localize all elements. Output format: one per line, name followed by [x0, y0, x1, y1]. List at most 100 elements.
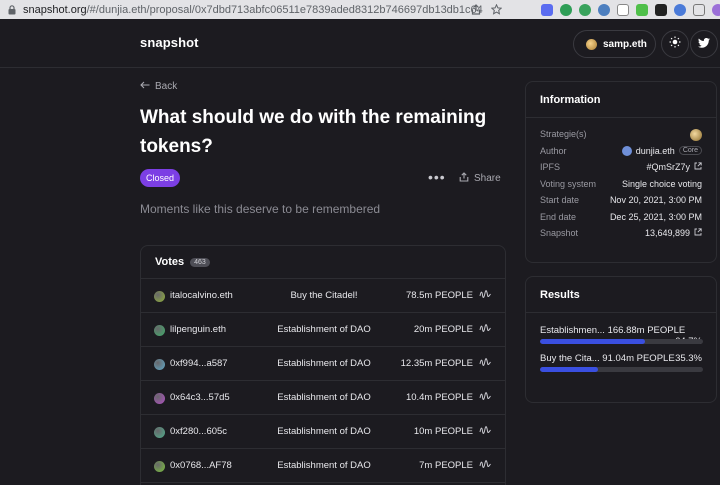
extension-icon[interactable]: [712, 3, 720, 16]
info-row-end-date: End date Dec 25, 2021, 3:00 PM: [526, 209, 716, 226]
star-icon[interactable]: [490, 4, 502, 16]
vote-amount: 20m PEOPLE: [413, 324, 473, 335]
strategy-icon[interactable]: [690, 129, 702, 141]
twitter-button[interactable]: [690, 30, 718, 58]
share-page-icon[interactable]: [470, 4, 482, 16]
votes-heading: Votes: [155, 256, 185, 268]
voter-name[interactable]: 0x64c3...57d5: [170, 392, 230, 403]
extension-icon[interactable]: [674, 3, 686, 16]
vote-choice: Establishment of DAO: [277, 358, 371, 369]
url-host: snapshot.org: [23, 3, 87, 16]
author-label: Author: [540, 145, 567, 156]
snapshot-link[interactable]: 13,649,899: [645, 228, 702, 238]
vote-row[interactable]: lilpenguin.eth Establishment of DAO 20m PE…: [141, 313, 505, 347]
snapshot-value: 13,649,899: [644, 228, 690, 238]
result-bar-fill: [540, 367, 598, 372]
back-label: Back: [155, 81, 178, 92]
extension-icon[interactable]: [655, 3, 667, 16]
results-heading: Results: [526, 277, 716, 313]
votes-count-badge: 463: [190, 257, 210, 267]
core-badge: Core: [678, 146, 702, 155]
vote-row[interactable]: 0xf994...a587 Establishment of DAO 12.35m …: [141, 347, 505, 381]
extensions-bar: [541, 2, 720, 17]
voter-avatar: [154, 359, 165, 370]
account-avatar: [586, 38, 597, 50]
author-avatar: [621, 145, 632, 156]
snapshot-label: Snapshot: [540, 228, 579, 238]
more-options-button[interactable]: •••: [428, 169, 446, 185]
top-navigation: snapshot samp.eth: [0, 19, 720, 68]
vote-row[interactable]: 0x64c3...57d5 Establishment of DAO 10.4m P…: [141, 381, 505, 415]
status-badge: Closed: [140, 169, 180, 187]
share-button[interactable]: Share: [459, 172, 501, 185]
signature-icon[interactable]: [479, 425, 491, 437]
browser-url-bar[interactable]: snapshot.org/#/dunjia.eth/proposal/0x7db…: [0, 0, 720, 19]
vote-amount: 10.4m PEOPLE: [405, 392, 473, 403]
votes-header: Votes 463: [141, 246, 505, 279]
back-link[interactable]: Back: [140, 81, 177, 92]
vote-amount: 10m PEOPLE: [413, 426, 473, 437]
extension-icon[interactable]: [541, 3, 553, 16]
signature-icon[interactable]: [479, 289, 491, 301]
info-row-start-date: Start date Nov 20, 2021, 3:00 PM: [526, 192, 716, 209]
voter-avatar: [154, 291, 165, 302]
extension-icon[interactable]: [693, 3, 705, 16]
proposal-body: Moments like this deserve to be remember…: [140, 202, 381, 216]
results-card: Results Establishmen... 166.88m PEOPLE 6…: [525, 276, 717, 403]
lock-icon: [7, 4, 17, 15]
vote-row[interactable]: 0xf280...605c Establishment of DAO 10m PEO…: [141, 415, 505, 449]
voter-name[interactable]: 0xf280...605c: [170, 426, 227, 437]
result-label: Buy the Cita... 91.04m PEOPLE: [540, 353, 675, 364]
author-name: dunjia.eth: [635, 145, 675, 156]
signature-icon[interactable]: [479, 323, 491, 335]
vote-row[interactable]: 0x0768...AF78 Establishment of DAO 7m PEOP…: [141, 449, 505, 483]
signature-icon[interactable]: [479, 357, 491, 369]
extension-icon[interactable]: [617, 3, 629, 16]
result-bar: [540, 339, 703, 344]
voter-name[interactable]: italocalvino.eth: [170, 290, 233, 301]
voter-name[interactable]: 0xf994...a587: [170, 358, 228, 369]
start-date-value: Nov 20, 2021, 3:00 PM: [609, 195, 702, 205]
share-label: Share: [474, 173, 501, 184]
voter-avatar: [154, 393, 165, 404]
url-text[interactable]: snapshot.org/#/dunjia.eth/proposal/0x7db…: [23, 4, 483, 16]
voter-avatar: [154, 427, 165, 438]
voter-name[interactable]: 0x0768...AF78: [170, 460, 232, 471]
result-item: Buy the Cita... 91.04m PEOPLE 35.3%: [526, 353, 716, 377]
votes-list: italocalvino.eth Buy the Citadel! 78.5m PE…: [141, 279, 505, 483]
theme-toggle-button[interactable]: [661, 30, 689, 58]
author-link[interactable]: dunjia.eth Core: [621, 145, 702, 156]
twitter-icon: [698, 35, 710, 53]
snapshot-page: snapshot samp.eth Back What should we do…: [0, 19, 720, 485]
signature-icon[interactable]: [479, 459, 491, 471]
external-link-icon: [694, 228, 702, 238]
vote-choice: Establishment of DAO: [277, 324, 371, 335]
vote-choice: Establishment of DAO: [277, 460, 371, 471]
account-button[interactable]: samp.eth: [573, 30, 656, 58]
vote-choice: Establishment of DAO: [277, 426, 371, 437]
extension-icon[interactable]: [560, 3, 572, 16]
information-heading: Information: [526, 82, 716, 118]
extension-icon[interactable]: [579, 3, 591, 16]
result-label: Establishmen... 166.88m PEOPLE: [540, 325, 686, 336]
ipfs-link[interactable]: #QmSrZ7y: [646, 162, 702, 172]
account-name: samp.eth: [603, 38, 647, 50]
voter-avatar: [154, 461, 165, 472]
info-row-author: Author dunjia.eth Core: [526, 143, 716, 160]
votes-panel: Votes 463 italocalvino.eth Buy the Citade…: [140, 245, 506, 485]
vote-choice: Buy the Citadel!: [290, 290, 358, 301]
brand-logo[interactable]: snapshot: [140, 35, 199, 50]
strategies-label: Strategie(s): [540, 129, 587, 139]
extension-icon[interactable]: [636, 3, 648, 16]
voting-system-value: Single choice voting: [621, 178, 702, 189]
extension-icon[interactable]: [598, 3, 610, 16]
external-link-icon: [694, 162, 702, 172]
ipfs-value: #QmSrZ7y: [646, 162, 690, 172]
result-bar-fill: [540, 339, 646, 344]
signature-icon[interactable]: [479, 391, 491, 403]
end-date-value: Dec 25, 2021, 3:00 PM: [609, 211, 702, 222]
url-path: /#/dunjia.eth/proposal/0x7dbd713abfc0651…: [86, 3, 483, 16]
info-row-strategies: Strategie(s): [526, 126, 716, 143]
vote-row[interactable]: italocalvino.eth Buy the Citadel! 78.5m PE…: [141, 279, 505, 313]
voter-name[interactable]: lilpenguin.eth: [170, 324, 226, 335]
